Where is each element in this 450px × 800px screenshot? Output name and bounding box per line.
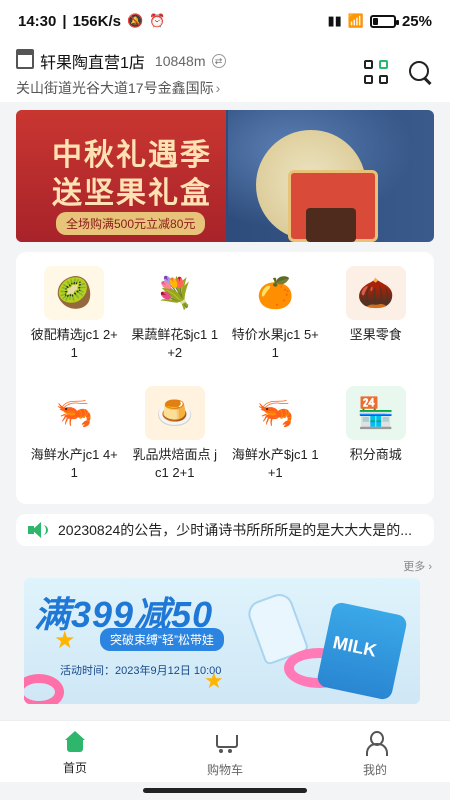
user-icon — [363, 731, 388, 756]
category-grid-icon[interactable] — [364, 60, 388, 84]
category-label: 乳品烘焙面点 jc1 2+1 — [132, 447, 217, 480]
category-label: 彼配精选jc1 2+1 — [30, 327, 118, 360]
chevron-right-icon: › — [215, 80, 221, 96]
star-icon: ★ — [204, 668, 224, 693]
status-bar: 14:30 | 156K/s 🔕 ⏰ ▮▮ 📶 25% — [0, 0, 450, 42]
category-item[interactable]: 🦐 海鲜水产$jc1 1+1 — [225, 386, 326, 496]
cart-icon — [212, 731, 238, 755]
category-grid: 🥝 彼配精选jc1 2+1 💐 果蔬鲜花$jc1 1+2 🍊 特价水果jc1 5+1 🌰 坚果… — [16, 252, 434, 496]
promo-banner-mid-autumn[interactable]: 中秋礼遇季 送坚果礼盒 全场购满500元立减80元 — [16, 110, 434, 242]
store-distance: 10848m — [154, 53, 206, 69]
category-label: 果蔬鲜花$jc1 1+2 — [131, 327, 219, 360]
more-link[interactable]: 更多 › — [403, 558, 432, 574]
category-label: 坚果零食 — [349, 327, 402, 342]
network-speed: 156K/s — [72, 12, 121, 30]
signal-icon: ▮▮ — [327, 13, 342, 28]
status-left: 14:30 | 156K/s 🔕 ⏰ — [18, 13, 165, 30]
pudding-icon: 🍮 — [144, 386, 205, 440]
flower-bouquet-icon: 💐 — [144, 266, 205, 320]
prawns-icon: 🦐 — [245, 386, 306, 440]
alarm-icon: ⏰ — [149, 13, 166, 28]
tab-mine-label: 我的 — [362, 763, 387, 777]
wifi-icon: 📶 — [347, 13, 364, 28]
star-icon: ★ — [54, 627, 76, 654]
kiwi-basket-icon: 🥝 — [44, 266, 105, 320]
switch-store-icon[interactable]: ⇄ — [211, 54, 226, 68]
battery-fill — [372, 17, 379, 25]
store-address[interactable]: 关山街道光谷大道17号金鑫国际 — [16, 78, 214, 98]
notice-bar[interactable]: 20230824的公告，少时诵诗书所所所是的是大大大是的... — [16, 514, 434, 546]
tab-cart-label: 购物车 — [206, 763, 243, 777]
category-item[interactable]: 🍊 特价水果jc1 5+1 — [225, 266, 326, 376]
category-label: 海鲜水产$jc1 1+1 — [231, 447, 319, 480]
milk-can-label: MILK — [331, 632, 379, 661]
header-actions — [364, 60, 434, 86]
promo-badge: 突破束缚“轻”松带娃 — [100, 628, 224, 651]
category-item[interactable]: 🍮 乳品烘焙面点 jc1 2+1 — [125, 386, 226, 496]
home-icon — [63, 731, 87, 753]
notice-text[interactable]: 20230824的公告，少时诵诗书所所所是的是大大大是的... — [58, 520, 412, 540]
battery-icon — [369, 14, 399, 28]
shrimp-plate-icon: 🦐 — [44, 386, 105, 440]
search-icon[interactable] — [408, 60, 434, 86]
category-item[interactable]: 💐 果蔬鲜花$jc1 1+2 — [125, 266, 226, 376]
store-name[interactable]: 轩果陶直营1店 — [40, 49, 145, 73]
speaker-icon — [28, 522, 48, 538]
category-card: 🥝 彼配精选jc1 2+1 💐 果蔬鲜花$jc1 1+2 🍊 特价水果jc1 5+1 🌰 坚果… — [16, 252, 434, 504]
tab-home[interactable]: 首页 — [0, 721, 150, 782]
category-label: 特价水果jc1 5+1 — [231, 327, 319, 360]
category-item[interactable]: 🌰 坚果零食 — [326, 266, 427, 376]
milk-can-image: MILK — [315, 601, 409, 701]
bottom-tabbar: 首页 购物车 我的 — [0, 720, 450, 782]
promo-banner-milk[interactable]: 满399减50 ★ 突破束缚“轻”松带娃 活动时间：2023年9月12日 10:… — [24, 578, 420, 704]
tab-cart[interactable]: 购物车 — [150, 721, 300, 782]
status-divider: | — [62, 12, 67, 30]
status-right: ▮▮ 📶 25% — [327, 13, 432, 30]
category-label: 积分商城 — [349, 447, 402, 462]
category-item[interactable]: 🥝 彼配精选jc1 2+1 — [24, 266, 125, 376]
mute-icon: 🔕 — [126, 13, 144, 28]
home-indicator — [143, 788, 307, 793]
points-shop-icon: 🏪 — [345, 386, 406, 440]
float-ring-decoration — [24, 674, 64, 704]
store-header: 轩果陶直营1店 10848m ⇄ 关山街道光谷大道17号金鑫国际 › — [0, 42, 450, 102]
category-label: 海鲜水产jc1 4+1 — [30, 447, 118, 480]
banner-promo-tag: 全场购满500元立减80元 — [56, 212, 206, 235]
promo-time: 活动时间：2023年9月12日 10:00 — [60, 665, 222, 677]
gift-box-image — [306, 208, 356, 242]
battery-percent: 25% — [401, 12, 432, 30]
category-item[interactable]: 🦐 海鲜水产jc1 4+1 — [24, 386, 125, 496]
oranges-icon: 🍊 — [245, 266, 306, 320]
store-icon — [16, 49, 34, 69]
tab-mine[interactable]: 我的 — [300, 721, 450, 782]
category-item[interactable]: 🏪 积分商城 — [326, 386, 427, 496]
status-time: 14:30 — [18, 12, 57, 30]
walnut-icon: 🌰 — [345, 266, 406, 320]
banner-subtitle: 送坚果礼盒 — [52, 177, 212, 210]
tab-home-label: 首页 — [62, 761, 87, 775]
